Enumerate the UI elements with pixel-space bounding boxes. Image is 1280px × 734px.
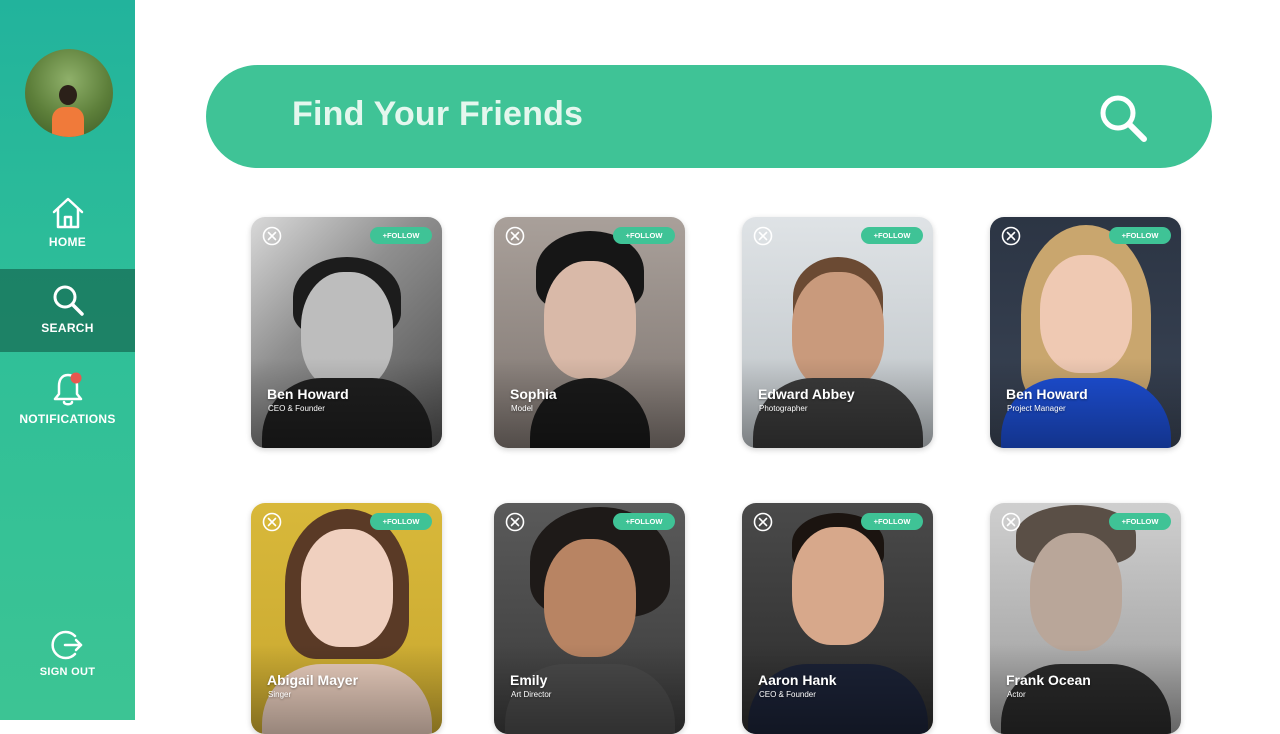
friend-search-bar[interactable]: Find Your Friends [206, 65, 1212, 168]
nav-search-label: SEARCH [41, 321, 94, 335]
friend-role: Photographer [759, 404, 808, 413]
friend-role: CEO & Founder [268, 404, 325, 413]
friend-role: Model [511, 404, 533, 413]
friend-card[interactable]: +FOLLOW Sophia Model [494, 217, 685, 448]
follow-button[interactable]: +FOLLOW [861, 227, 923, 244]
follow-button[interactable]: +FOLLOW [1109, 513, 1171, 530]
avatar-head [59, 85, 77, 105]
friend-name: Emily [510, 672, 548, 688]
bell-icon [53, 372, 82, 406]
friend-card[interactable]: +FOLLOW Abigail Mayer Singer [251, 503, 442, 734]
nav-notifications[interactable]: NOTIFICATIONS [0, 370, 135, 440]
search-icon [53, 285, 84, 316]
search-button-icon[interactable] [1096, 91, 1150, 145]
nav-home[interactable]: HOME [0, 195, 135, 257]
friend-card[interactable]: +FOLLOW Emily Art Director [494, 503, 685, 734]
user-avatar[interactable] [25, 49, 113, 137]
follow-button[interactable]: +FOLLOW [861, 513, 923, 530]
nav-search[interactable]: SEARCH [0, 269, 135, 352]
friend-role: Actor [1007, 690, 1026, 699]
dismiss-icon[interactable] [505, 226, 525, 246]
sidebar: HOME SEARCH NOTIFICATIONS SIGN OUT [0, 0, 135, 720]
friend-card[interactable]: +FOLLOW Ben Howard Project Manager [990, 217, 1181, 448]
sign-out-icon [50, 630, 82, 660]
friend-card[interactable]: +FOLLOW Ben Howard CEO & Founder [251, 217, 442, 448]
follow-button[interactable]: +FOLLOW [1109, 227, 1171, 244]
friend-name: Frank Ocean [1006, 672, 1091, 688]
friend-name: Sophia [510, 386, 557, 402]
friend-role: Project Manager [1007, 404, 1066, 413]
avatar-body [52, 107, 84, 137]
notification-dot [70, 372, 81, 384]
friend-role: Singer [268, 690, 292, 699]
search-placeholder[interactable]: Find Your Friends [292, 95, 583, 134]
friend-name: Abigail Mayer [267, 672, 359, 688]
dismiss-icon[interactable] [753, 226, 773, 246]
dismiss-icon[interactable] [1001, 512, 1021, 532]
friend-card[interactable]: +FOLLOW Frank Ocean Actor [990, 503, 1181, 734]
friend-name: Aaron Hank [758, 672, 837, 688]
follow-button[interactable]: +FOLLOW [370, 513, 432, 530]
nav-sign-out[interactable]: SIGN OUT [0, 628, 135, 688]
follow-button[interactable]: +FOLLOW [613, 227, 675, 244]
nav-sign-out-label: SIGN OUT [39, 666, 96, 678]
friend-role: CEO & Founder [759, 690, 816, 699]
dismiss-icon[interactable] [262, 512, 282, 532]
nav-home-label: HOME [48, 235, 87, 249]
dismiss-icon[interactable] [753, 512, 773, 532]
friend-name: Ben Howard [267, 386, 349, 402]
dismiss-icon[interactable] [1001, 226, 1021, 246]
home-icon [52, 197, 83, 229]
friend-name: Ben Howard [1006, 386, 1088, 402]
friend-role: Art Director [511, 690, 552, 699]
dismiss-icon[interactable] [262, 226, 282, 246]
follow-button[interactable]: +FOLLOW [370, 227, 432, 244]
friend-name: Edward Abbey [758, 386, 855, 402]
friend-card[interactable]: +FOLLOW Edward Abbey Photographer [742, 217, 933, 448]
nav-notifications-label: NOTIFICATIONS [19, 412, 116, 426]
dismiss-icon[interactable] [505, 512, 525, 532]
follow-button[interactable]: +FOLLOW [613, 513, 675, 530]
friend-card[interactable]: +FOLLOW Aaron Hank CEO & Founder [742, 503, 933, 734]
